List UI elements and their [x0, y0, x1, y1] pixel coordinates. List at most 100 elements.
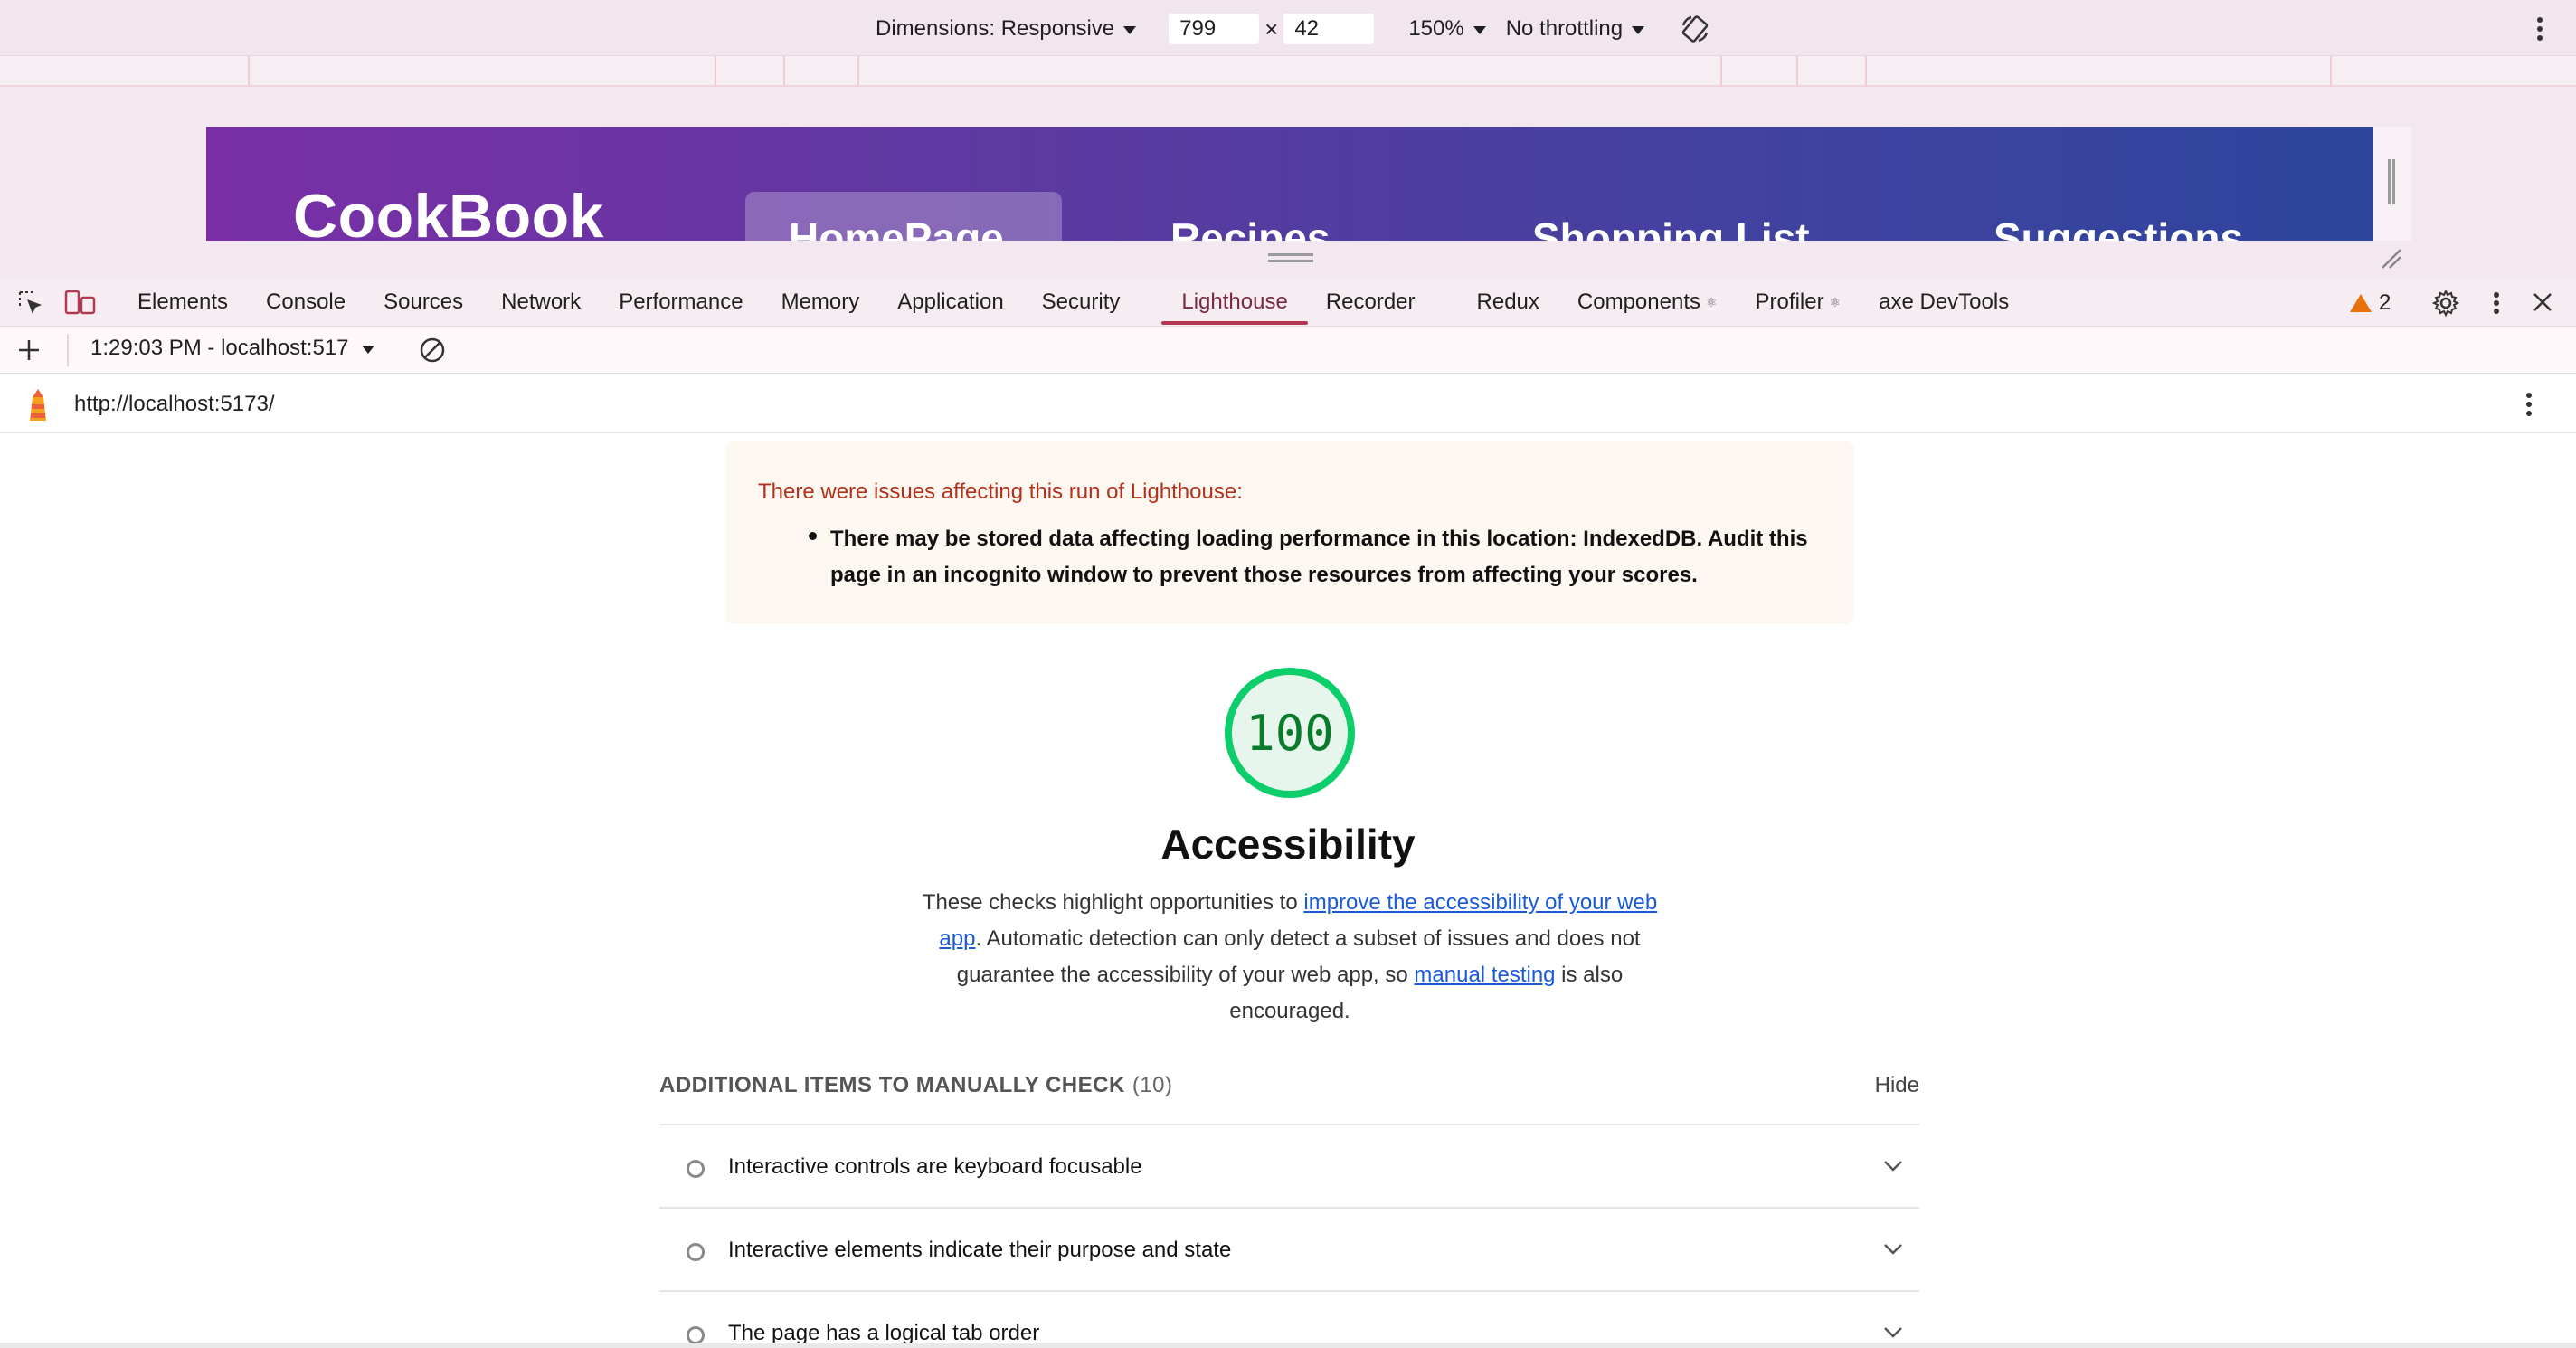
tab-label: Memory [781, 290, 860, 314]
throttling-label: No throttling [1505, 16, 1624, 41]
tab-label: Lighthouse [1181, 290, 1288, 314]
ruler-tick [715, 56, 716, 87]
report-url-bar: http://localhost:5173/ [0, 374, 2576, 433]
clear-icon[interactable] [418, 336, 447, 369]
throttling-dropdown[interactable]: No throttling [1505, 16, 1645, 42]
react-icon: ⚛ [1829, 294, 1842, 309]
audit-row[interactable]: The page has a logical tab order [659, 1290, 1919, 1343]
tab-label: Redux [1476, 290, 1539, 314]
nav-link-shopping-list[interactable]: Shopping List [1532, 214, 1810, 241]
lighthouse-logo-icon [22, 386, 54, 427]
brand-title[interactable]: CookBook [293, 181, 604, 241]
tab-sources[interactable]: Sources [384, 278, 463, 327]
manual-audit-icon [687, 1243, 705, 1261]
zoom-dropdown[interactable]: 150% [1408, 16, 1486, 42]
ruler-tick [1796, 56, 1798, 87]
new-report-icon[interactable] [16, 337, 42, 367]
device-controls: Dimensions: Responsive × 150% No throttl… [876, 13, 1711, 45]
audit-title: Interactive controls are keyboard focusa… [728, 1154, 1142, 1179]
audit-row[interactable]: Interactive elements indicate their purp… [659, 1207, 1919, 1290]
tab-console[interactable]: Console [266, 278, 346, 327]
tab-label: Performance [619, 290, 743, 314]
close-icon[interactable] [2529, 289, 2556, 320]
tab-redux[interactable]: Redux [1477, 278, 1539, 327]
category-description: These checks highlight opportunities to … [921, 885, 1659, 1030]
nav-link-recipes[interactable]: Recipes [1170, 214, 1330, 241]
device-viewport: CookBook HomePage Recipes Shopping List … [0, 87, 2576, 278]
tab-network[interactable]: Network [501, 278, 581, 327]
tab-label: Console [266, 290, 346, 314]
manual-audit-icon [687, 1326, 705, 1343]
tab-label: Profiler [1755, 290, 1824, 314]
device-toolbar: Dimensions: Responsive × 150% No throttl… [0, 0, 2576, 56]
tab-label: Sources [384, 290, 464, 314]
hide-button[interactable]: Hide [1875, 1073, 1919, 1098]
tab-application[interactable]: Application [897, 278, 1003, 327]
more-vertical-icon[interactable] [2486, 289, 2507, 322]
tab-label: Components [1577, 290, 1700, 314]
chevron-down-icon [1123, 25, 1137, 34]
tab-label: axe DevTools [1879, 290, 2010, 314]
ruler-tick [783, 56, 785, 87]
chevron-down-icon [361, 345, 374, 354]
rotate-icon[interactable] [1679, 13, 1711, 45]
times-sign: × [1264, 14, 1279, 43]
ruler-tick [2330, 56, 2332, 87]
viewport-resize-handle[interactable] [2373, 127, 2411, 241]
nav-link-suggestions[interactable]: Suggestions [1994, 214, 2243, 241]
devtools-tabs: Elements Console Sources Network Perform… [137, 278, 2047, 327]
audit-group-header: ADDITIONAL ITEMS TO MANUALLY CHECK (10) H… [659, 1069, 1919, 1100]
resize-corner-icon[interactable] [2379, 246, 2402, 274]
tab-elements[interactable]: Elements [137, 278, 228, 327]
grip-icon [2388, 159, 2395, 204]
height-input[interactable] [1283, 14, 1375, 44]
group-title-text: ADDITIONAL ITEMS TO MANUALLY CHECK [659, 1073, 1125, 1097]
issues-badge[interactable]: 2 [2350, 290, 2391, 316]
description-text: These checks highlight opportunities to [922, 890, 1304, 915]
dimensions-label: Dimensions: Responsive [876, 16, 1115, 41]
ruler-tick [1865, 56, 1867, 87]
tab-label: Application [897, 290, 1004, 314]
bullet [809, 532, 817, 540]
width-input[interactable] [1169, 14, 1260, 44]
audit-row[interactable]: Interactive controls are keyboard focusa… [659, 1124, 1919, 1207]
warning-title: There were issues affecting this run of … [758, 479, 1243, 504]
tab-recorder[interactable]: Recorder [1326, 278, 1416, 327]
warning-icon [2350, 294, 2372, 312]
bottom-resize-handle[interactable] [1268, 253, 1313, 262]
tab-lighthouse[interactable]: Lighthouse [1161, 278, 1309, 327]
more-vertical-icon[interactable] [2529, 13, 2551, 50]
ruler-tick [248, 56, 250, 87]
media-query-ruler[interactable] [0, 56, 2576, 87]
nav-link-home[interactable]: HomePage [789, 214, 1004, 241]
tab-axe-devtools[interactable]: axe DevTools [1879, 278, 2009, 327]
ruler-tick [1720, 56, 1722, 87]
device-toolbar-icon[interactable] [63, 289, 98, 322]
audit-group-title: ADDITIONAL ITEMS TO MANUALLY CHECK (10) [659, 1073, 1173, 1098]
tab-memory[interactable]: Memory [781, 278, 860, 327]
chevron-down-icon [1881, 1156, 1905, 1179]
chevron-down-icon [1473, 25, 1486, 34]
tab-label: Elements [137, 290, 229, 314]
manual-testing-link[interactable]: manual testing [1414, 963, 1555, 987]
report-url: http://localhost:5173/ [74, 392, 275, 416]
tab-performance[interactable]: Performance [619, 278, 743, 327]
tab-security[interactable]: Security [1042, 278, 1121, 327]
react-icon: ⚛ [1705, 294, 1718, 309]
inspect-element-icon[interactable] [16, 289, 45, 322]
tab-label: Security [1041, 290, 1121, 314]
manual-audit-icon [687, 1160, 705, 1178]
tab-profiler[interactable]: Profiler ⚛ [1756, 278, 1842, 327]
lighthouse-toolbar: 1:29:03 PM - localhost:517 [0, 327, 2576, 374]
dimensions-dropdown[interactable]: Dimensions: Responsive [876, 16, 1137, 42]
window-bottom-edge [0, 1343, 2576, 1348]
settings-icon[interactable] [2431, 289, 2460, 322]
tab-components[interactable]: Components ⚛ [1577, 278, 1718, 327]
chevron-down-icon [1632, 25, 1645, 34]
emulated-page-header: CookBook HomePage Recipes Shopping List … [206, 127, 2373, 241]
more-vertical-icon[interactable] [2518, 388, 2540, 425]
score-value: 100 [1245, 704, 1334, 762]
report-select[interactable]: 1:29:03 PM - localhost:517 [90, 336, 374, 361]
audit-title: Interactive elements indicate their purp… [728, 1238, 1232, 1262]
warning-item: There may be stored data affecting loadi… [830, 527, 1808, 587]
